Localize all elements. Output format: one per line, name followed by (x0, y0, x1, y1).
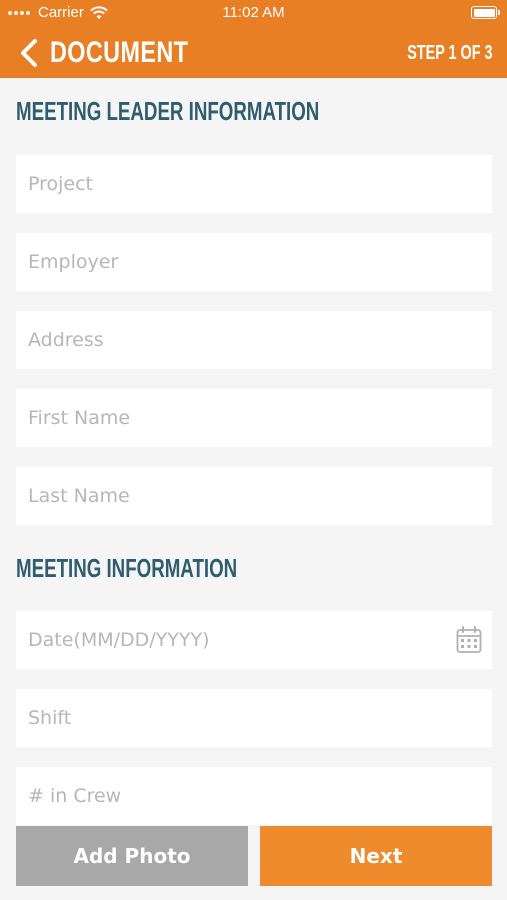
chevron-left-icon (21, 39, 37, 67)
add-photo-button[interactable]: Add Photo (16, 826, 248, 886)
date-field[interactable] (16, 611, 492, 669)
employer-input[interactable] (28, 233, 492, 291)
leader-section-title: MEETING LEADER INFORMATION (16, 96, 320, 126)
employer-field[interactable] (16, 233, 492, 291)
project-field[interactable] (16, 155, 492, 213)
next-button[interactable]: Next (260, 826, 492, 886)
shift-input[interactable] (28, 689, 492, 747)
nav-bar: DOCUMENT STEP 1 OF 3 (0, 28, 507, 78)
first-name-field[interactable] (16, 389, 492, 447)
project-input[interactable] (28, 155, 492, 213)
bottom-actions: Add Photo Next (0, 826, 507, 886)
status-time: 11:02 AM (222, 4, 285, 21)
shift-field[interactable] (16, 689, 492, 747)
step-indicator: STEP 1 OF 3 (407, 42, 493, 64)
crew-input[interactable] (28, 767, 492, 825)
last-name-field[interactable] (16, 467, 492, 525)
date-input[interactable] (28, 611, 492, 669)
battery-icon (471, 6, 500, 19)
last-name-input[interactable] (28, 467, 492, 525)
calendar-icon[interactable] (456, 626, 482, 654)
page-title: DOCUMENT (50, 36, 189, 69)
crew-field[interactable] (16, 767, 492, 825)
meeting-section-title: MEETING INFORMATION (16, 553, 238, 583)
status-bar: Carrier 11:02 AM (0, 0, 507, 28)
back-button[interactable] (12, 36, 46, 70)
address-field[interactable] (16, 311, 492, 369)
address-input[interactable] (28, 311, 492, 369)
first-name-input[interactable] (28, 389, 492, 447)
